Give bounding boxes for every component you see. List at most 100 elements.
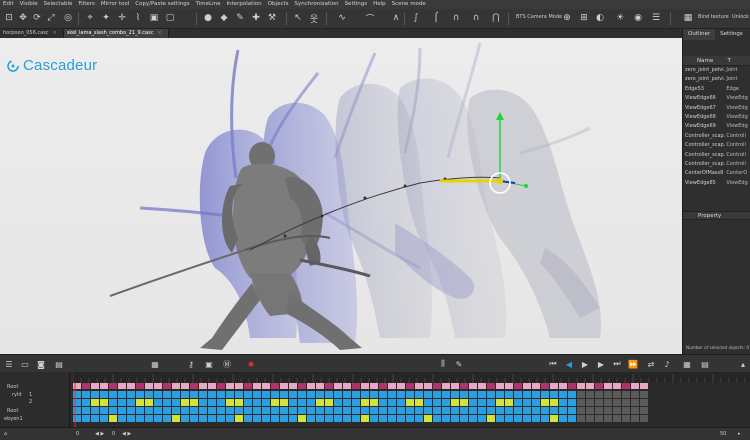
record-icon[interactable]: ✸: [246, 359, 256, 369]
tool-icon[interactable]: ⚒: [266, 12, 278, 24]
outliner-row[interactable]: Controller_scap... Controll: [683, 141, 750, 150]
menu-item-1[interactable]: Visible: [20, 0, 38, 9]
outliner-row[interactable]: ViewEdge85 ViewEdg: [683, 179, 750, 188]
arc-1-icon[interactable]: ∫: [410, 12, 422, 24]
start-frame[interactable]: 0: [76, 431, 79, 437]
column-type[interactable]: T: [725, 56, 750, 65]
viewport-3d[interactable]: Cascadeur: [0, 38, 682, 354]
pin-icon[interactable]: ✚: [250, 12, 262, 24]
grid-icon[interactable]: ▦: [682, 12, 694, 24]
tab-settings[interactable]: Settings: [715, 29, 748, 40]
end-icon[interactable]: ⏩: [628, 359, 638, 369]
menu-item-9[interactable]: Synchronization: [295, 0, 339, 9]
outliner-row[interactable]: ViewEdge68 ViewEdg: [683, 113, 750, 122]
prev-key-icon[interactable]: ⏮: [548, 359, 558, 369]
outliner-row[interactable]: ViewEdge69 ViewEdg: [683, 122, 750, 131]
key-icon[interactable]: ⚷: [186, 359, 196, 369]
menu-item-12[interactable]: Scene mode: [392, 0, 426, 9]
curve-bezier-icon[interactable]: ⌒: [360, 12, 380, 25]
curve-linear-icon[interactable]: ∧: [386, 12, 406, 24]
timeline-ruler[interactable]: [73, 372, 750, 383]
menu-icon[interactable]: ☰: [4, 359, 14, 369]
grab-icon[interactable]: ✦: [100, 12, 112, 24]
track-label[interactable]: 1: [29, 392, 32, 398]
camera-icon[interactable]: ◙: [36, 359, 46, 369]
light-icon[interactable]: ☀: [614, 12, 626, 24]
folder-icon[interactable]: ▭: [20, 359, 30, 369]
mesh-icon[interactable]: ▣: [148, 12, 160, 24]
video-icon[interactable]: ▤: [54, 359, 64, 369]
edge-icon[interactable]: ⌇: [132, 12, 144, 24]
box-icon[interactable]: ▢: [164, 12, 176, 24]
current-frame[interactable]: 0: [112, 431, 115, 437]
sound-icon[interactable]: ♪: [662, 359, 672, 369]
timeline-tracks[interactable]: [73, 383, 750, 427]
outliner-row[interactable]: Edge53 Edge: [683, 85, 750, 94]
menu-item-2[interactable]: Selectable: [44, 0, 73, 9]
camera-target-icon[interactable]: ⊕: [561, 12, 573, 24]
menu-item-7[interactable]: Interpolation: [227, 0, 262, 9]
menu-item-5[interactable]: Copy/Paste settings: [135, 0, 189, 9]
arc-4-icon[interactable]: ∩: [470, 12, 482, 24]
motion-icon[interactable]: Ⓜ: [222, 359, 232, 369]
pivot-icon[interactable]: ◎: [62, 12, 74, 24]
outliner-row[interactable]: CenterOfMass8 CenterO: [683, 169, 750, 178]
frame-icon[interactable]: ▣: [204, 359, 214, 369]
menu-item-10[interactable]: Settings: [345, 0, 368, 9]
view-mode-icon[interactable]: ▤: [700, 359, 710, 369]
outliner-row[interactable]: ViewEdge67 ViewEdg: [683, 104, 750, 113]
fill-icon[interactable]: ◆: [218, 12, 230, 24]
point-icon[interactable]: ●: [202, 12, 214, 24]
outliner-row[interactable]: zero_joint_pelvi... Joint: [683, 75, 750, 84]
close-icon[interactable]: ×: [53, 30, 57, 36]
clip-icon[interactable]: ▦: [150, 359, 160, 369]
menu-item-11[interactable]: Help: [373, 0, 386, 9]
rotate-icon[interactable]: ⟳: [31, 12, 43, 24]
next-frame-icon[interactable]: ▶: [596, 359, 606, 369]
split-icon[interactable]: ⫼: [438, 359, 448, 369]
file-tab-0[interactable]: horpoon_056.casc ×: [0, 29, 64, 38]
close-icon[interactable]: ×: [157, 30, 161, 36]
interpolation-icon[interactable]: ∿: [332, 12, 352, 24]
menu-item-8[interactable]: Objects: [268, 0, 289, 9]
outliner-row[interactable]: Controller_scap... Controll: [683, 160, 750, 169]
track-label[interactable]: 2: [29, 399, 32, 405]
camera-mode-label[interactable]: BTS Camera Mode: [516, 14, 562, 20]
collapse-icon[interactable]: ▴: [738, 359, 748, 369]
scale-icon[interactable]: ⤢: [45, 12, 57, 24]
outliner-row[interactable]: Controller_scap... Controll: [683, 132, 750, 141]
eye-icon[interactable]: ◉: [632, 12, 644, 24]
track-label[interactable]: Root: [7, 384, 18, 390]
paint-icon[interactable]: ✎: [454, 359, 464, 369]
lines-icon[interactable]: ☰: [650, 12, 662, 24]
outliner-row[interactable]: Controller_scap... Controll: [683, 151, 750, 160]
menu-item-0[interactable]: Edit: [3, 0, 14, 9]
scene-icon[interactable]: ⊞: [578, 12, 590, 24]
move-icon[interactable]: ✥: [17, 12, 29, 24]
render-icon[interactable]: ◐: [594, 12, 606, 24]
prev-frame-icon[interactable]: ◀: [564, 359, 574, 369]
track-label[interactable]: ebyen1: [4, 416, 23, 422]
brush-icon[interactable]: ✎: [234, 12, 246, 24]
joint-icon[interactable]: ⌖: [84, 12, 96, 24]
play-icon[interactable]: ▶: [580, 359, 590, 369]
select-icon[interactable]: ⊡: [3, 12, 15, 24]
arc-2-icon[interactable]: ⌠: [430, 12, 442, 24]
tab-outliner[interactable]: Outliner: [683, 29, 716, 40]
human-icon[interactable]: 웃: [308, 12, 320, 25]
arc-5-icon[interactable]: ⋂: [490, 12, 502, 24]
unlock-label[interactable]: Unlock: [732, 14, 749, 20]
next-key-icon[interactable]: ⏭: [612, 359, 622, 369]
outliner-row[interactable]: zero_joint_pelvi... Joint: [683, 66, 750, 75]
end-frame[interactable]: 50: [720, 431, 726, 437]
bind-texture-label[interactable]: Bind texture: [698, 14, 729, 20]
loop-icon[interactable]: ⇄: [646, 359, 656, 369]
arc-3-icon[interactable]: ∩: [450, 12, 462, 24]
file-tab-1[interactable]: skel_lama_slash_combo_21_9.casc ×: [63, 29, 169, 38]
grid-view-icon[interactable]: ▦: [682, 359, 692, 369]
timeline[interactable]: Root rylit 1 2 Root ebyen1: [0, 372, 750, 427]
create-icon[interactable]: ✛: [116, 12, 128, 24]
track-label[interactable]: Root: [7, 408, 18, 414]
menu-item-6[interactable]: TimeLine: [196, 0, 221, 9]
menu-item-3[interactable]: Filters: [78, 0, 95, 9]
